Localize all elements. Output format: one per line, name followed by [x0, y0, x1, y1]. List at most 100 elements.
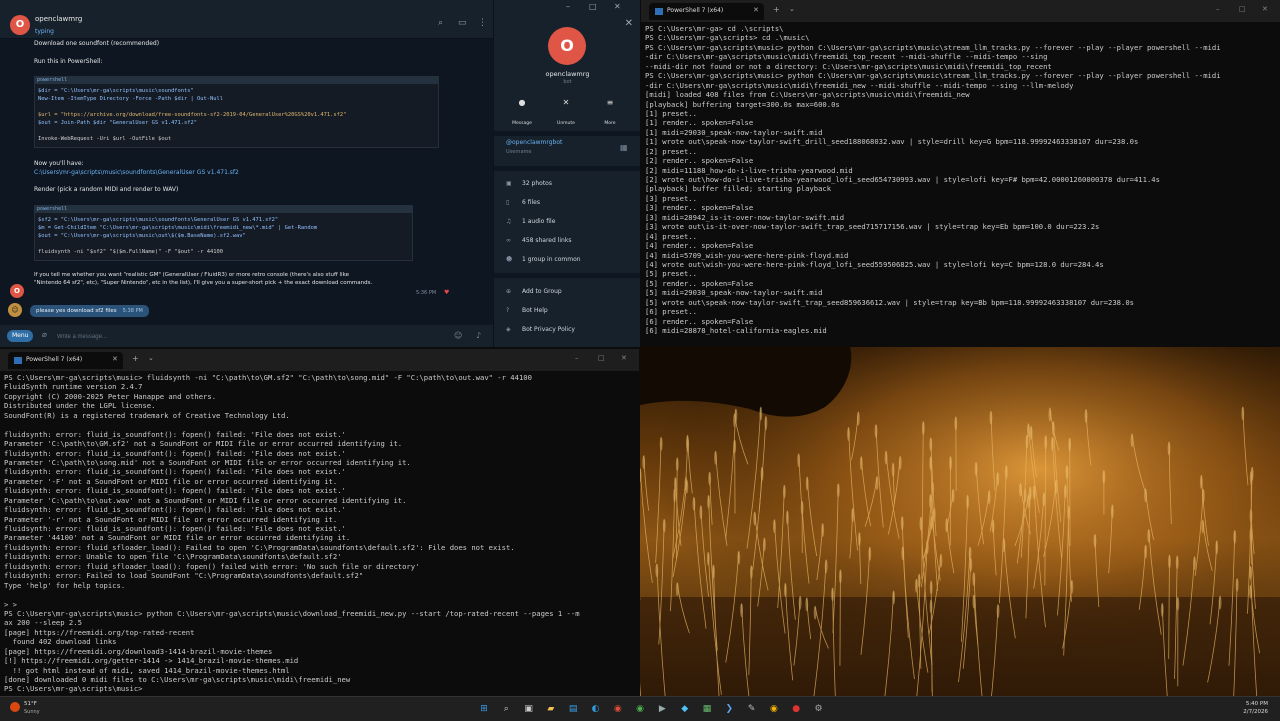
- maximize-icon[interactable]: □: [598, 354, 605, 362]
- terminal-line: fluidsynth: error: fluid_is_soundfont():…: [4, 430, 580, 439]
- grass-seedhead: [988, 490, 991, 504]
- qr-code-icon[interactable]: ▦: [620, 143, 628, 152]
- shared-photos[interactable]: ▣32 photos: [506, 180, 552, 187]
- message-time: 5:38 PM: [123, 308, 143, 314]
- chat-status: typing: [35, 28, 54, 35]
- terminal-line: Parameter 'C:\path\to\GM.sf2' not a Soun…: [4, 439, 580, 448]
- chrome-icon-2[interactable]: ◉: [633, 702, 647, 716]
- app-icon[interactable]: ◆: [678, 702, 692, 716]
- terminal-output[interactable]: PS C:\Users\mr-ga\scripts\music> fluidsy…: [4, 373, 580, 694]
- stat-label: 1 group in common: [522, 256, 581, 263]
- new-tab-icon[interactable]: +: [132, 354, 139, 363]
- terminal-line: !! got html instead of midi, saved 1414_…: [4, 666, 580, 675]
- grass-seedhead: [1131, 433, 1134, 447]
- search-icon[interactable]: ⌕: [499, 702, 513, 716]
- message-button[interactable]: ●Message: [506, 98, 538, 120]
- window-close-icon[interactable]: ✕: [614, 2, 621, 11]
- window-close-icon[interactable]: ✕: [1262, 5, 1268, 13]
- terminal-icon[interactable]: ▶: [655, 702, 669, 716]
- grass-seedhead: [663, 519, 666, 533]
- grass-seedhead: [1111, 504, 1114, 518]
- new-tab-icon[interactable]: +: [773, 5, 780, 14]
- file-explorer-icon[interactable]: ▰: [544, 702, 558, 716]
- shared-files[interactable]: ▯6 files: [506, 199, 540, 206]
- maximize-icon[interactable]: □: [1239, 5, 1246, 13]
- shared-audio[interactable]: ♫1 audio file: [506, 218, 555, 225]
- shared-links[interactable]: ∞458 shared links: [506, 237, 571, 244]
- message-input[interactable]: [55, 329, 439, 344]
- window-close-icon[interactable]: ✕: [621, 354, 627, 362]
- taskbar: 51°F Sunny ⊞ ⌕ ▣ ▰ ▤ ◐ ◉ ◉ ▶ ◆ ▦ ❯ ✎ ◉ ● ⚙ 5:40 PM 2/7/…: [0, 696, 1280, 721]
- terminal-line: PS C:\Users\mr-ga> cd .\scripts\: [645, 24, 1221, 33]
- opera-icon[interactable]: ●: [789, 702, 803, 716]
- task-view-icon[interactable]: ▣: [522, 702, 536, 716]
- minimize-icon[interactable]: –: [566, 2, 570, 11]
- grass-seedhead: [966, 495, 969, 509]
- emoji-icon[interactable]: ☺: [454, 331, 462, 340]
- settings-icon[interactable]: ⚙: [812, 702, 826, 716]
- grass-seedhead: [1144, 545, 1147, 559]
- grass-seedhead: [1147, 529, 1150, 543]
- more-button[interactable]: ≡More: [594, 98, 626, 120]
- profile-avatar[interactable]: O: [548, 27, 586, 65]
- terminal-line: [5] wrote out\speak-now-taylor-swift_tra…: [645, 298, 1221, 307]
- microphone-icon[interactable]: ♪: [476, 331, 481, 340]
- unmute-button[interactable]: ✕Unmute: [550, 98, 582, 120]
- close-icon[interactable]: ✕: [625, 18, 633, 29]
- bot-help-button[interactable]: ?Bot Help: [506, 307, 548, 314]
- avatar[interactable]: O: [10, 15, 30, 35]
- terminal-tab[interactable]: PowerShell 7 (x64) ✕: [8, 352, 123, 369]
- bot-handle[interactable]: @openclawmrgbot: [506, 139, 562, 146]
- grass-seedhead: [737, 551, 740, 565]
- chevron-down-icon[interactable]: ⌄: [148, 354, 154, 362]
- grass-seedhead: [797, 453, 800, 467]
- terminal-line: Distributed under the LGPL license.: [4, 401, 580, 410]
- heart-icon[interactable]: ♥: [444, 289, 449, 296]
- chevron-down-icon[interactable]: ⌄: [789, 5, 795, 13]
- powershell-icon: [14, 357, 22, 364]
- add-to-group-button[interactable]: ⊕Add to Group: [506, 288, 562, 295]
- chat-title[interactable]: openclawmrg: [35, 15, 82, 23]
- attach-icon[interactable]: ⌀: [42, 330, 47, 339]
- outgoing-message: please yes download sf2 files5:38 PM: [30, 305, 149, 317]
- notepad-icon[interactable]: ✎: [745, 702, 759, 716]
- terminal-line: fluidsynth: error: fluid_is_soundfont():…: [4, 467, 580, 476]
- grass-seedhead: [676, 582, 679, 596]
- stat-label: 458 shared links: [522, 237, 571, 244]
- chrome-icon[interactable]: ◉: [611, 702, 625, 716]
- terminal-line: [1] midi=29030_speak-now-taylor-swift.mi…: [645, 128, 1221, 137]
- grass-seedhead: [1033, 485, 1036, 499]
- terminal-line: [2] wrote out\how-do-i-live-trisha-yearw…: [645, 175, 1221, 184]
- grass-seedhead: [918, 574, 921, 588]
- bot-privacy-button[interactable]: ◈Bot Privacy Policy: [506, 326, 575, 333]
- windows-start-icon[interactable]: ⊞: [477, 702, 491, 716]
- sidebar-toggle-icon[interactable]: ▭: [458, 18, 467, 28]
- chrome-icon-3[interactable]: ◉: [767, 702, 781, 716]
- grass-seedhead: [821, 523, 824, 537]
- minimize-icon[interactable]: –: [575, 354, 579, 362]
- maximize-icon[interactable]: □: [589, 2, 597, 11]
- edge-icon[interactable]: ◐: [589, 702, 603, 716]
- search-icon[interactable]: ⌕: [438, 18, 443, 28]
- minimize-icon[interactable]: –: [1216, 5, 1220, 13]
- close-icon[interactable]: ✕: [753, 6, 759, 14]
- close-icon[interactable]: ✕: [112, 355, 118, 363]
- grass-field-image: [640, 347, 1280, 696]
- weather-widget[interactable]: 51°F Sunny: [10, 700, 70, 718]
- terminal-line: [4, 590, 580, 599]
- store-icon[interactable]: ▤: [566, 702, 580, 716]
- more-icon[interactable]: ⋮: [478, 18, 487, 28]
- grass-seedhead: [1085, 409, 1088, 423]
- grass-seedhead: [708, 472, 711, 486]
- terminal-tab[interactable]: PowerShell 7 (x64) ✕: [649, 3, 764, 20]
- calculator-icon[interactable]: ▦: [700, 702, 714, 716]
- groups-in-common[interactable]: ☻1 group in common: [506, 256, 581, 263]
- menu-button[interactable]: Menu: [7, 330, 33, 342]
- grass-seedhead: [686, 438, 689, 452]
- grass-seedhead: [975, 462, 978, 476]
- grass-seedhead: [851, 508, 854, 522]
- grass-seedhead: [930, 580, 933, 594]
- system-clock[interactable]: 5:40 PM 2/7/2026: [1218, 700, 1268, 716]
- terminal-output[interactable]: PS C:\Users\mr-ga> cd .\scripts\PS C:\Us…: [645, 24, 1221, 335]
- powershell-icon[interactable]: ❯: [722, 702, 736, 716]
